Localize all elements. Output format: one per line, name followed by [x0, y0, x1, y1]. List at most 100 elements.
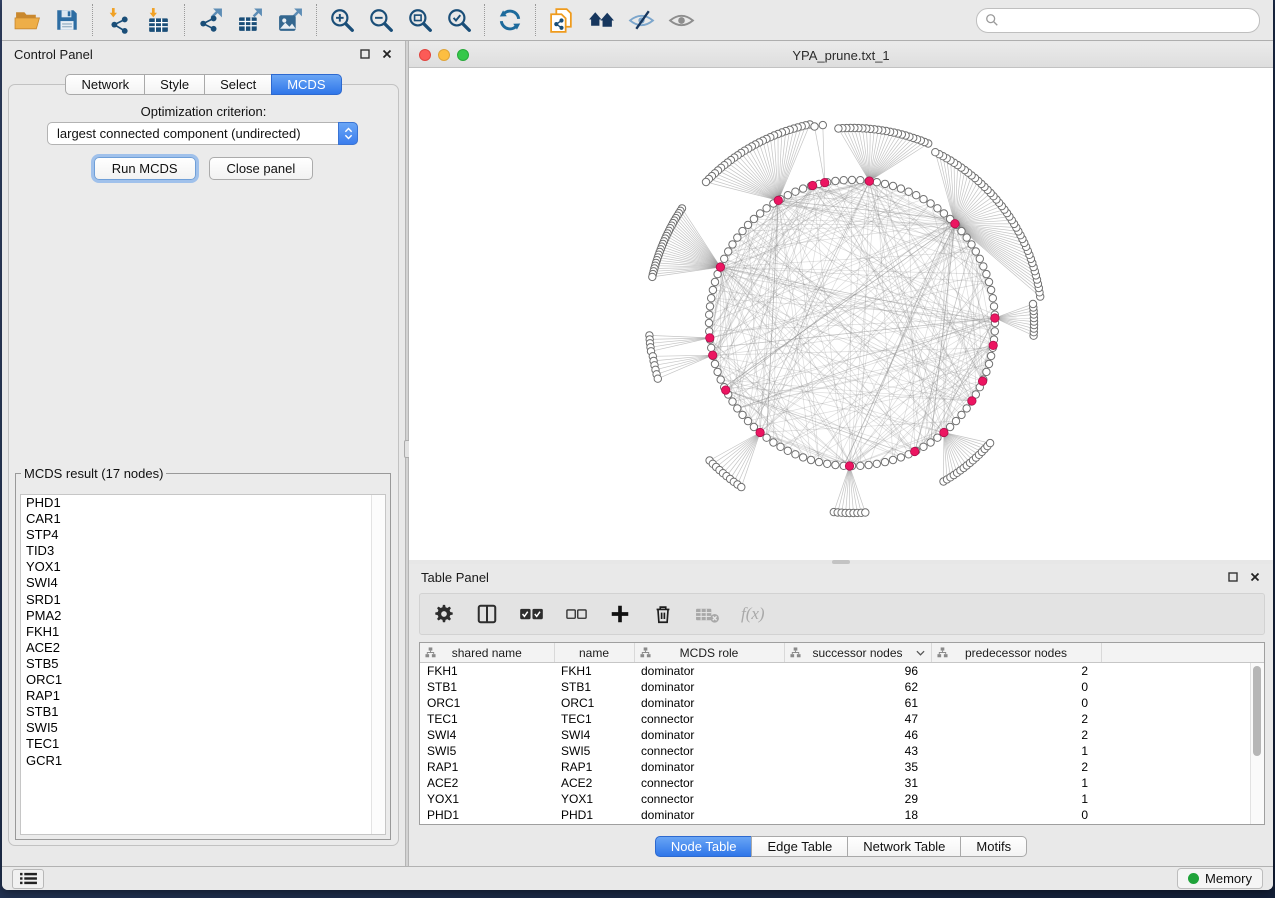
export-table-button[interactable] — [235, 5, 266, 36]
task-history-button[interactable] — [12, 869, 44, 889]
column-header-MCDS-role[interactable]: MCDS role — [634, 643, 784, 663]
table-row[interactable]: STB1STB1dominator620 — [420, 679, 1264, 695]
mcds-result-item[interactable]: ACE2 — [21, 640, 385, 656]
column-label: MCDS role — [680, 646, 739, 660]
cell: 35 — [784, 759, 931, 775]
refresh-button[interactable] — [495, 5, 525, 35]
save-session-button[interactable] — [52, 5, 82, 35]
cell: YOX1 — [420, 791, 554, 807]
zoom-in-button[interactable] — [327, 5, 357, 35]
mcds-result-item[interactable]: STP4 — [21, 527, 385, 543]
memory-button[interactable]: Memory — [1177, 868, 1263, 889]
cell: SWI4 — [420, 727, 554, 743]
mcds-result-item[interactable]: RAP1 — [21, 688, 385, 704]
home-button[interactable] — [586, 5, 617, 36]
add-entry-icon — [609, 603, 631, 625]
mcds-result-item[interactable]: GCR1 — [21, 753, 385, 769]
show-columns-button[interactable] — [472, 600, 502, 628]
table-row[interactable]: ORC1ORC1dominator610 — [420, 695, 1264, 711]
copy-network-button[interactable] — [546, 5, 577, 36]
cell: dominator — [634, 759, 784, 775]
table-row[interactable]: YOX1YOX1connector291 — [420, 791, 1264, 807]
export-network-button[interactable] — [195, 5, 226, 36]
column-header-successor-nodes[interactable]: successor nodes — [784, 643, 931, 663]
mcds-result-item[interactable]: STB1 — [21, 704, 385, 720]
float-table-panel-button[interactable] — [1227, 571, 1239, 583]
open-file-button[interactable] — [12, 6, 43, 35]
select-all-button[interactable] — [515, 603, 548, 626]
float-icon — [360, 49, 370, 59]
network-graph[interactable] — [409, 68, 1273, 560]
tab-edge-table[interactable]: Edge Table — [751, 836, 848, 857]
zoom-selected-button[interactable] — [444, 5, 474, 35]
mcds-result-item[interactable]: PHD1 — [21, 495, 385, 511]
tab-select[interactable]: Select — [204, 74, 272, 95]
mcds-result-item[interactable]: STB5 — [21, 656, 385, 672]
close-table-panel-button[interactable] — [1249, 571, 1261, 583]
network-canvas[interactable] — [409, 68, 1273, 560]
deselect-all-button[interactable] — [561, 604, 592, 625]
cell: ORC1 — [554, 695, 634, 711]
zoom-fit-button[interactable] — [405, 5, 435, 35]
table-scrollbar-thumb[interactable] — [1253, 666, 1261, 756]
cell: dominator — [634, 695, 784, 711]
table-row[interactable]: PHD1PHD1dominator180 — [420, 807, 1264, 823]
table-scrollbar[interactable] — [1250, 663, 1264, 824]
tab-style[interactable]: Style — [144, 74, 205, 95]
cell: PHD1 — [420, 807, 554, 823]
search-input[interactable] — [1004, 9, 1259, 32]
add-entry-button[interactable] — [605, 600, 635, 628]
export-table-icon — [237, 7, 264, 34]
tab-network[interactable]: Network — [65, 74, 145, 95]
mcds-result-item[interactable]: TID3 — [21, 543, 385, 559]
network-window-title: YPA_prune.txt_1 — [409, 48, 1273, 63]
float-icon — [1228, 572, 1238, 582]
cell: 2 — [931, 663, 1101, 680]
show-details-button[interactable] — [666, 5, 697, 36]
mcds-result-item[interactable]: FKH1 — [21, 624, 385, 640]
mcds-result-item[interactable]: CAR1 — [21, 511, 385, 527]
mcds-result-item[interactable]: SRD1 — [21, 592, 385, 608]
tab-network-table[interactable]: Network Table — [847, 836, 961, 857]
table-row[interactable]: FKH1FKH1dominator962 — [420, 663, 1264, 680]
zoom-out-button[interactable] — [366, 5, 396, 35]
optimization-criterion-dropdown[interactable]: largest connected component (undirected) — [47, 122, 358, 145]
close-panel-button[interactable] — [381, 48, 393, 60]
mcds-result-item[interactable]: TEC1 — [21, 736, 385, 752]
hide-details-button[interactable] — [626, 5, 657, 36]
mcds-list-scrollbar[interactable] — [371, 495, 385, 834]
column-header-predecessor-nodes[interactable]: predecessor nodes — [931, 643, 1101, 663]
column-header-shared-name[interactable]: shared name — [420, 643, 554, 663]
mcds-result-item[interactable]: SWI5 — [21, 720, 385, 736]
run-mcds-button[interactable]: Run MCDS — [94, 157, 196, 180]
export-image-button[interactable] — [275, 5, 306, 36]
dropdown-stepper-icon — [338, 122, 358, 145]
attribute-icon — [640, 647, 651, 658]
import-network-button[interactable] — [103, 5, 134, 36]
maximize-window-icon[interactable] — [457, 49, 469, 61]
table-row[interactable]: SWI4SWI4dominator462 — [420, 727, 1264, 743]
toolbar-group — [484, 4, 535, 36]
cell: FKH1 — [420, 663, 554, 680]
tab-mcds[interactable]: MCDS — [271, 74, 341, 95]
close-panel-button-mcds[interactable]: Close panel — [209, 157, 314, 180]
mcds-result-item[interactable]: YOX1 — [21, 559, 385, 575]
column-header-name[interactable]: name — [554, 643, 634, 663]
mcds-result-item[interactable]: ORC1 — [21, 672, 385, 688]
cell-filler — [1101, 663, 1264, 680]
mcds-result-item[interactable]: PMA2 — [21, 608, 385, 624]
table-row[interactable]: ACE2ACE2connector311 — [420, 775, 1264, 791]
table-row[interactable]: SWI5SWI5connector431 — [420, 743, 1264, 759]
minimize-window-icon[interactable] — [438, 49, 450, 61]
delete-entry-button[interactable] — [648, 600, 678, 628]
table-row[interactable]: RAP1RAP1dominator352 — [420, 759, 1264, 775]
close-window-icon[interactable] — [419, 49, 431, 61]
search-icon — [985, 13, 999, 27]
tab-node-table[interactable]: Node Table — [655, 836, 753, 857]
tab-motifs[interactable]: Motifs — [960, 836, 1027, 857]
import-table-button[interactable] — [143, 5, 174, 36]
table-row[interactable]: TEC1TEC1connector472 — [420, 711, 1264, 727]
float-panel-button[interactable] — [359, 48, 371, 60]
table-settings-button[interactable] — [429, 600, 459, 628]
mcds-result-item[interactable]: SWI4 — [21, 575, 385, 591]
